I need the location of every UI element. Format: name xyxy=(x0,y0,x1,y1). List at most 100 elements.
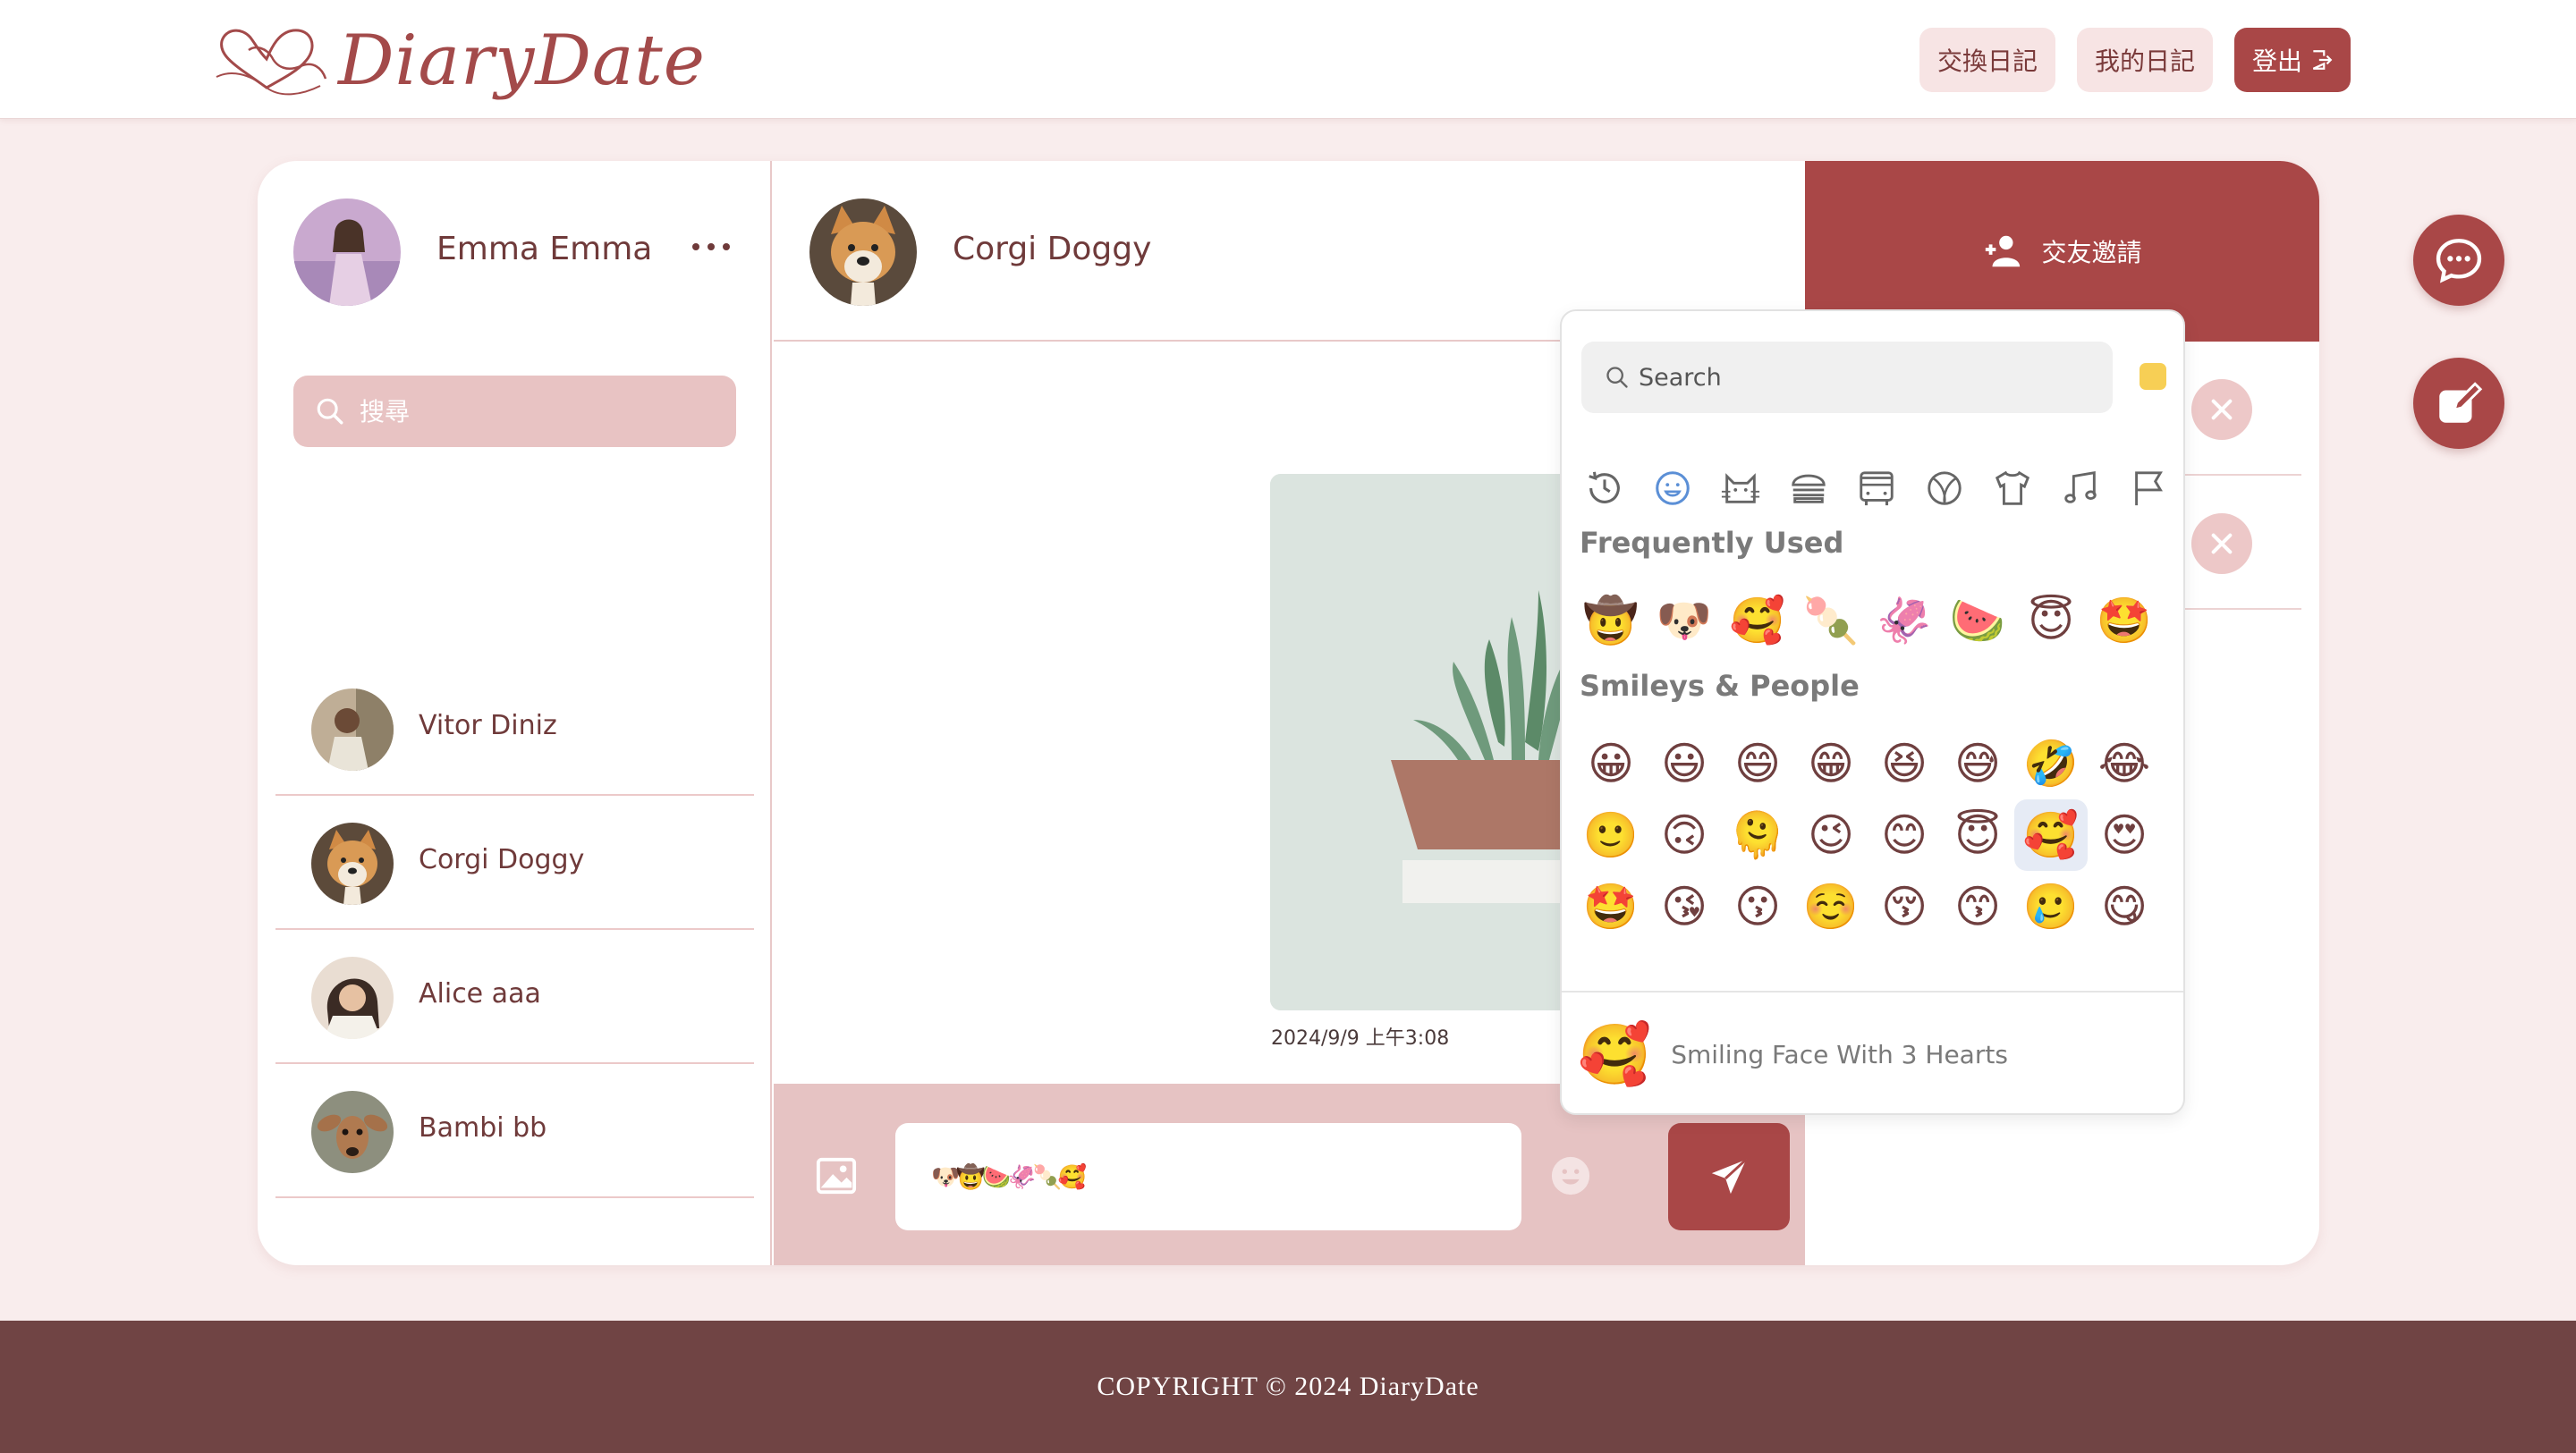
category-recent[interactable] xyxy=(1581,465,1628,511)
friend-avatar xyxy=(311,688,394,771)
add-user-icon xyxy=(1986,235,2021,267)
emoji-button[interactable]: 😃 xyxy=(1648,728,1721,799)
more-options-button[interactable] xyxy=(692,236,730,258)
emoji-button[interactable]: 🙂 xyxy=(1574,799,1648,871)
heart-logo-icon xyxy=(216,29,327,96)
deer-photo-icon xyxy=(311,1091,394,1173)
dot xyxy=(723,243,730,250)
write-diary-fab-button[interactable] xyxy=(2413,358,2504,449)
emoji-button[interactable]: 😋 xyxy=(2088,871,2161,942)
partner-avatar[interactable] xyxy=(809,199,917,306)
copyright-text: COPYRIGHT © 2024 DiaryDate xyxy=(1097,1372,1479,1401)
friend-name: Corgi Doggy xyxy=(419,844,585,875)
emoji-button[interactable]: 😅 xyxy=(1941,728,2014,799)
logo-text: DiaryDate xyxy=(338,21,706,101)
image-upload-icon[interactable] xyxy=(815,1155,858,1196)
exchange-diary-button[interactable]: 交換日記 xyxy=(1919,28,2055,92)
friend-item-vitor[interactable]: Vitor Diniz xyxy=(275,662,754,796)
reject-invite-button[interactable] xyxy=(2191,513,2252,574)
emoji-button[interactable]: 😊 xyxy=(1868,799,1941,871)
dot xyxy=(708,243,715,250)
frequently-used-title: Frequently Used xyxy=(1580,526,1844,560)
emoji-button[interactable]: 🦑 xyxy=(1868,585,1941,656)
emoji-button[interactable]: 😂 xyxy=(2088,728,2161,799)
emoji-button[interactable]: 🍡 xyxy=(1794,585,1868,656)
category-activities[interactable] xyxy=(1921,465,1968,511)
emoji-button[interactable]: 😚 xyxy=(1868,871,1941,942)
emoji-button[interactable]: 😍 xyxy=(2088,799,2161,871)
emoji-button[interactable]: 😆 xyxy=(1868,728,1941,799)
emoji-search-box[interactable] xyxy=(1581,342,2113,413)
friend-name: Alice aaa xyxy=(419,978,541,1009)
invites-title: 交友邀請 xyxy=(2041,238,2142,267)
send-icon xyxy=(1711,1158,1748,1195)
category-symbols[interactable] xyxy=(2057,465,2104,511)
emoji-button[interactable]: 😁 xyxy=(1794,728,1868,799)
emoji-button[interactable]: 😀 xyxy=(1574,728,1648,799)
chat-bubble-icon xyxy=(2436,239,2482,283)
avatar-photo-icon xyxy=(293,199,401,306)
smileys-title: Smileys & People xyxy=(1580,669,1860,703)
burger-icon xyxy=(1792,474,1826,503)
ball-icon xyxy=(1928,471,1962,505)
emoji-category-bar xyxy=(1581,461,2172,515)
category-flags[interactable] xyxy=(2125,465,2172,511)
logout-button[interactable]: 登出 xyxy=(2234,28,2351,92)
emoji-button[interactable]: 😘 xyxy=(1648,871,1721,942)
emoji-button[interactable]: 🙃 xyxy=(1648,799,1721,871)
emoji-button[interactable]: 🥲 xyxy=(2014,871,2088,942)
logo[interactable]: DiaryDate xyxy=(213,16,706,106)
friend-item-bambi[interactable]: Bambi bb xyxy=(275,1064,754,1198)
emoji-button[interactable]: 😄 xyxy=(1721,728,1794,799)
flag-icon xyxy=(2135,471,2163,506)
preview-emoji: 🥰 xyxy=(1578,1019,1652,1089)
category-food[interactable] xyxy=(1785,465,1832,511)
emoji-button[interactable]: 🤩 xyxy=(1574,871,1648,942)
friend-item-corgi[interactable]: Corgi Doggy xyxy=(275,796,754,930)
emoji-button[interactable]: 😉 xyxy=(1794,799,1868,871)
avatar-photo-icon xyxy=(311,688,394,771)
category-animals[interactable] xyxy=(1717,465,1764,511)
emoji-toggle-icon[interactable] xyxy=(1550,1155,1591,1196)
category-objects[interactable] xyxy=(1989,465,2036,511)
dot xyxy=(692,243,699,250)
emoji-button[interactable]: 😗 xyxy=(1721,871,1794,942)
preview-label: Smiling Face With 3 Hearts xyxy=(1671,1040,2008,1069)
cat-icon xyxy=(1721,473,1760,503)
my-avatar[interactable] xyxy=(293,199,401,306)
emoji-button[interactable]: 🥰 xyxy=(1721,585,1794,656)
friends-sidebar: Emma Emma Vitor Diniz xyxy=(258,161,772,1265)
friend-item-alice[interactable]: Alice aaa xyxy=(275,930,754,1064)
skin-tone-selector[interactable] xyxy=(2140,363,2166,390)
emoji-button[interactable]: 😇 xyxy=(1941,799,2014,871)
emoji-button[interactable]: 🤩 xyxy=(2088,585,2161,656)
emoji-button[interactable]: ☺️ xyxy=(1794,871,1868,942)
frequently-used-grid: 🤠 🐶 🥰 🍡 🦑 🍉 😇 🤩 xyxy=(1574,585,2161,656)
friend-name: Vitor Diniz xyxy=(419,710,557,741)
emoji-button[interactable]: 😇 xyxy=(2014,585,2088,656)
friend-search-box[interactable] xyxy=(293,376,736,447)
friend-avatar xyxy=(311,957,394,1039)
emoji-button[interactable]: 🤠 xyxy=(1574,585,1648,656)
category-travel[interactable] xyxy=(1853,465,1900,511)
send-button[interactable] xyxy=(1668,1123,1790,1230)
reject-invite-button[interactable] xyxy=(2191,379,2252,440)
emoji-button[interactable]: 🐶 xyxy=(1648,585,1721,656)
friend-search-input[interactable] xyxy=(360,396,717,427)
emoji-button[interactable]: 🍉 xyxy=(1941,585,2014,656)
message-input[interactable]: 🐶🤠🍉🦑🍡🥰 xyxy=(895,1123,1521,1230)
emoji-search-input[interactable] xyxy=(1639,363,2086,392)
emoji-preview: 🥰 Smiling Face With 3 Hearts xyxy=(1562,991,2183,1113)
emoji-button[interactable]: 🤣 xyxy=(2014,728,2088,799)
emoji-button[interactable]: 🫠 xyxy=(1721,799,1794,871)
emoji-button[interactable]: 😙 xyxy=(1941,871,2014,942)
chat-fab-button[interactable] xyxy=(2413,215,2504,306)
emoji-button[interactable]: 🥰 xyxy=(2014,799,2088,871)
category-smileys[interactable] xyxy=(1649,465,1696,511)
music-icon xyxy=(2064,471,2097,503)
close-icon xyxy=(2211,533,2233,554)
my-name: Emma Emma xyxy=(436,231,653,267)
friend-avatar xyxy=(311,823,394,905)
friend-avatar xyxy=(311,1091,394,1173)
my-diary-button[interactable]: 我的日記 xyxy=(2077,28,2213,92)
